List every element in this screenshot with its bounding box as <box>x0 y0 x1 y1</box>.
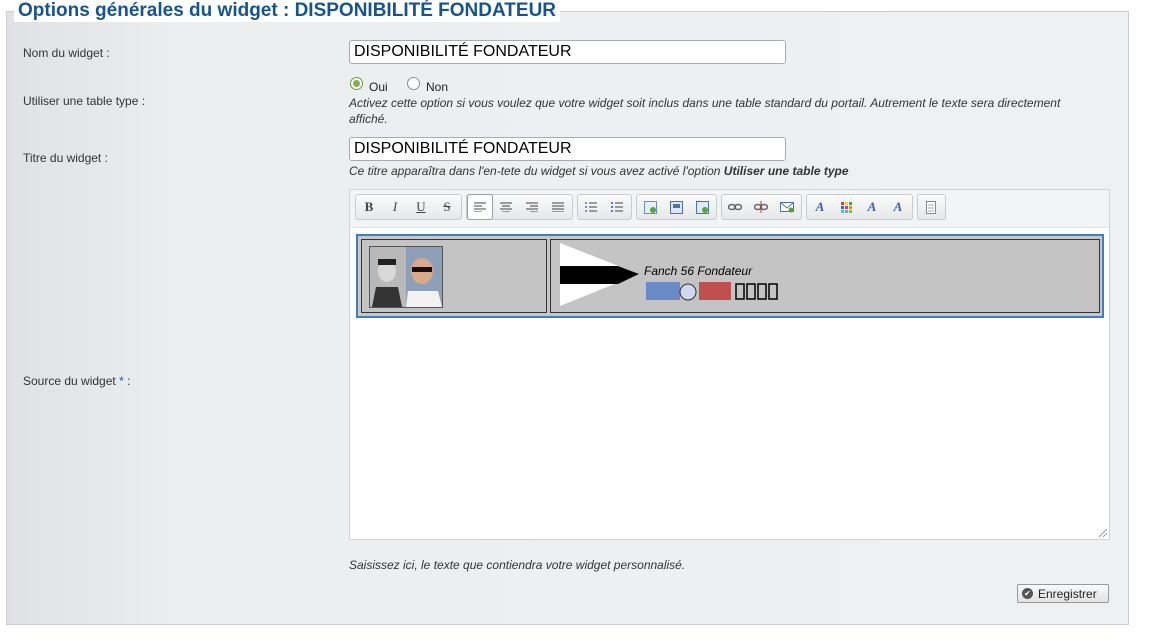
banner-cell: Fanch 56 Fondateur <box>550 239 1100 313</box>
insert-media-icon[interactable] <box>689 194 715 220</box>
insert-image-icon[interactable] <box>637 194 663 220</box>
font-style-icon[interactable]: A <box>859 194 885 220</box>
align-left-icon[interactable] <box>467 194 493 220</box>
save-button-label: Enregistrer <box>1038 586 1097 601</box>
editor-toolbar: B I U S A A A <box>350 190 1109 228</box>
pennant-flag-icon <box>560 243 778 306</box>
align-right-icon[interactable] <box>519 194 545 220</box>
radio-non[interactable] <box>407 77 420 90</box>
name-label: Nom du widget : <box>23 46 110 60</box>
bold-icon[interactable]: B <box>356 194 382 220</box>
check-icon: ✔ <box>1022 588 1033 599</box>
resize-handle-icon[interactable] <box>1099 529 1107 537</box>
editor-content[interactable]: Fanch 56 Fondateur <box>356 234 1104 318</box>
radio-non-label: Non <box>426 80 449 94</box>
section-legend: Options générales du widget : DISPONIBIL… <box>14 0 561 22</box>
align-justify-icon[interactable] <box>545 194 571 220</box>
underline-icon[interactable]: U <box>408 194 434 220</box>
italic-icon[interactable]: I <box>382 194 408 220</box>
founder-photo <box>369 246 443 308</box>
title-hint: Ce titre apparaîtra dans l'en-tete du wi… <box>349 164 849 178</box>
source-hint: Saisissez ici, le texte que contiendra v… <box>349 558 686 572</box>
save-button[interactable]: ✔ Enregistrer <box>1017 584 1109 603</box>
bullet-list-icon[interactable] <box>578 194 604 220</box>
wysiwyg-editor[interactable]: B I U S A A A Fanch 56 Fondateur <box>349 189 1110 540</box>
radio-oui[interactable] <box>350 77 363 90</box>
content-table: Fanch 56 Fondateur <box>356 234 1104 318</box>
palette-icon[interactable] <box>833 194 859 220</box>
photo-cell <box>361 239 547 313</box>
clear-format-icon[interactable]: A <box>885 194 911 220</box>
widget-name-input[interactable]: DISPONIBILITÉ FONDATEUR <box>349 40 786 64</box>
radio-oui-label: Oui <box>369 80 388 94</box>
banner-text: Fanch 56 Fondateur <box>644 264 753 278</box>
table-type-hint: Activez cette option si vous voulez que … <box>349 96 1061 126</box>
source-icon[interactable] <box>918 194 944 220</box>
table-type-label: Utiliser une table type : <box>23 94 146 108</box>
numbered-list-icon[interactable] <box>604 194 630 220</box>
insert-table-icon[interactable] <box>663 194 689 220</box>
strikethrough-icon[interactable]: S <box>434 194 460 220</box>
align-center-icon[interactable] <box>493 194 519 220</box>
unlink-icon[interactable] <box>748 194 774 220</box>
source-label: Source du widget * : <box>23 374 131 388</box>
link-icon[interactable] <box>722 194 748 220</box>
font-color-icon[interactable]: A <box>807 194 833 220</box>
email-link-icon[interactable] <box>774 194 800 220</box>
widget-title-input[interactable]: DISPONIBILITÉ FONDATEUR <box>349 137 786 161</box>
title-label: Titre du widget : <box>23 151 108 165</box>
